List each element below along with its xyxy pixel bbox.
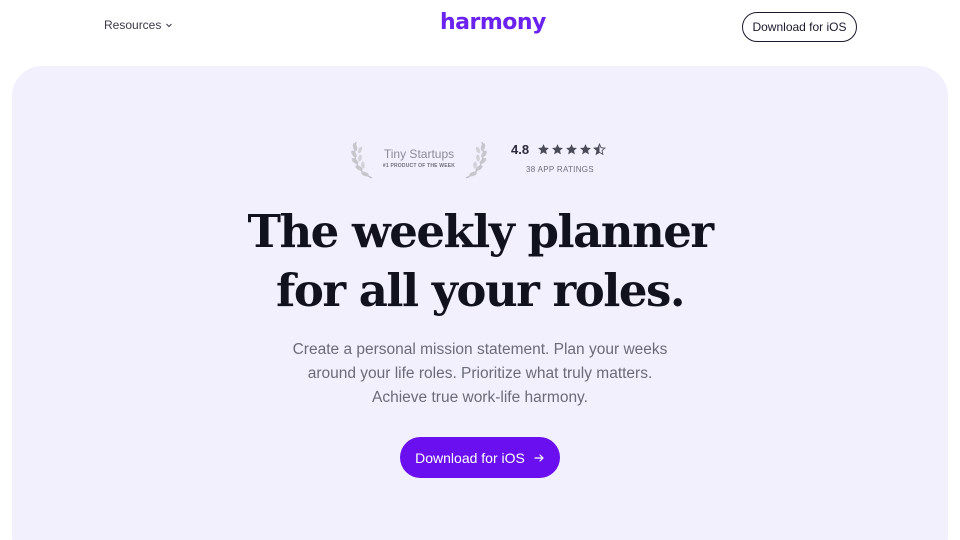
resources-label: Resources <box>104 18 162 32</box>
award-name: Tiny Startups <box>383 147 455 161</box>
tiny-startups-award-badge: Tiny Startups #1 PRODUCT OF THE WEEK <box>350 138 488 180</box>
headline-line-2: for all your roles. <box>276 264 685 317</box>
rating-count: 38 APP RATINGS <box>526 165 594 174</box>
star-icon <box>580 144 591 155</box>
rating-score: 4.8 <box>511 142 530 157</box>
star-icon <box>566 144 577 155</box>
star-icon <box>552 144 563 155</box>
chevron-down-icon <box>166 23 173 28</box>
award-subtitle: #1 PRODUCT OF THE WEEK <box>382 163 456 169</box>
rating-stars <box>537 143 606 156</box>
description-line-2: around your life roles. Prioritize what … <box>307 365 653 382</box>
star-icon <box>538 144 549 155</box>
half-star-icon <box>593 143 606 156</box>
headline-line-1: The weekly planner <box>247 205 714 258</box>
hero-headline: The weekly planner for all your roles. <box>0 202 960 320</box>
description-line-3: Achieve true work-life harmony. <box>372 389 588 406</box>
resources-menu[interactable]: Resources <box>104 18 173 32</box>
nav-download-ios-button[interactable]: Download for iOS <box>742 12 857 42</box>
hero-download-ios-button[interactable]: Download for iOS <box>400 437 560 478</box>
top-nav: Resources harmony Download for iOS <box>0 0 960 52</box>
harmony-logo[interactable]: harmony <box>440 10 546 35</box>
description-line-1: Create a personal mission statement. Pla… <box>292 341 668 358</box>
arrow-right-icon <box>534 453 544 462</box>
hero-description: Create a personal mission statement. Pla… <box>280 338 680 410</box>
hero-cta-label: Download for iOS <box>415 449 525 466</box>
